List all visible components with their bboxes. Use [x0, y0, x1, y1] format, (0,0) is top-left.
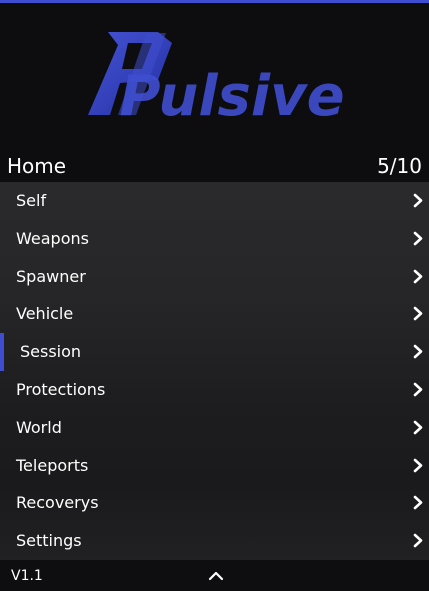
menu-option-recoverys[interactable]: Recoverys — [0, 484, 429, 522]
option-counter: 5/10 — [377, 154, 422, 178]
option-label: Session — [20, 342, 82, 362]
chevron-right-icon — [413, 420, 423, 435]
version-label: V1.1 — [11, 568, 43, 584]
menu-option-vehicle[interactable]: Vehicle — [0, 295, 429, 333]
option-label: World — [16, 417, 62, 437]
menu-option-settings[interactable]: Settings — [0, 522, 429, 560]
menu-option-self[interactable]: Self — [0, 182, 429, 220]
chevron-right-icon — [413, 231, 423, 246]
submenu-header: Home 5/10 — [0, 150, 429, 182]
menu-footer: V1.1 — [0, 560, 429, 591]
chevron-right-icon — [413, 533, 423, 548]
menu-option-teleports[interactable]: Teleports — [0, 447, 429, 485]
option-label: Spawner — [16, 266, 86, 286]
chevron-right-icon — [413, 193, 423, 208]
selection-indicator — [0, 333, 4, 371]
option-label: Vehicle — [16, 304, 74, 324]
menu-option-world[interactable]: World — [0, 409, 429, 447]
options-list: Self Weapons Spawner Vehicle Session Protecti… — [0, 182, 429, 560]
chevron-right-icon — [413, 382, 423, 397]
menu-option-spawner[interactable]: Spawner — [0, 258, 429, 296]
option-label: Weapons — [16, 228, 89, 248]
menu-option-weapons[interactable]: Weapons — [0, 220, 429, 258]
option-label: Teleports — [16, 455, 89, 475]
chevron-right-icon — [413, 269, 423, 283]
chevron-right-icon — [413, 307, 423, 321]
menu-header: Pulsive — [0, 3, 429, 150]
submenu-title: Home — [7, 154, 67, 178]
menu-option-protections[interactable]: Protections — [0, 371, 429, 409]
mod-menu: Pulsive Home 5/10 Self Weapons Spawner Vehi… — [0, 0, 429, 591]
chevron-right-icon — [413, 496, 423, 510]
chevron-right-icon — [413, 344, 423, 359]
pulsive-logo: Pulsive — [88, 32, 345, 129]
option-label: Settings — [16, 531, 82, 551]
chevron-up-icon[interactable] — [208, 571, 224, 581]
logo-text: Pulsive — [119, 64, 344, 129]
option-label: Self — [16, 191, 47, 210]
chevron-right-icon — [413, 458, 423, 472]
menu-option-session[interactable]: Session — [0, 333, 429, 371]
option-label: Recoverys — [16, 493, 99, 513]
option-label: Protections — [16, 380, 106, 399]
